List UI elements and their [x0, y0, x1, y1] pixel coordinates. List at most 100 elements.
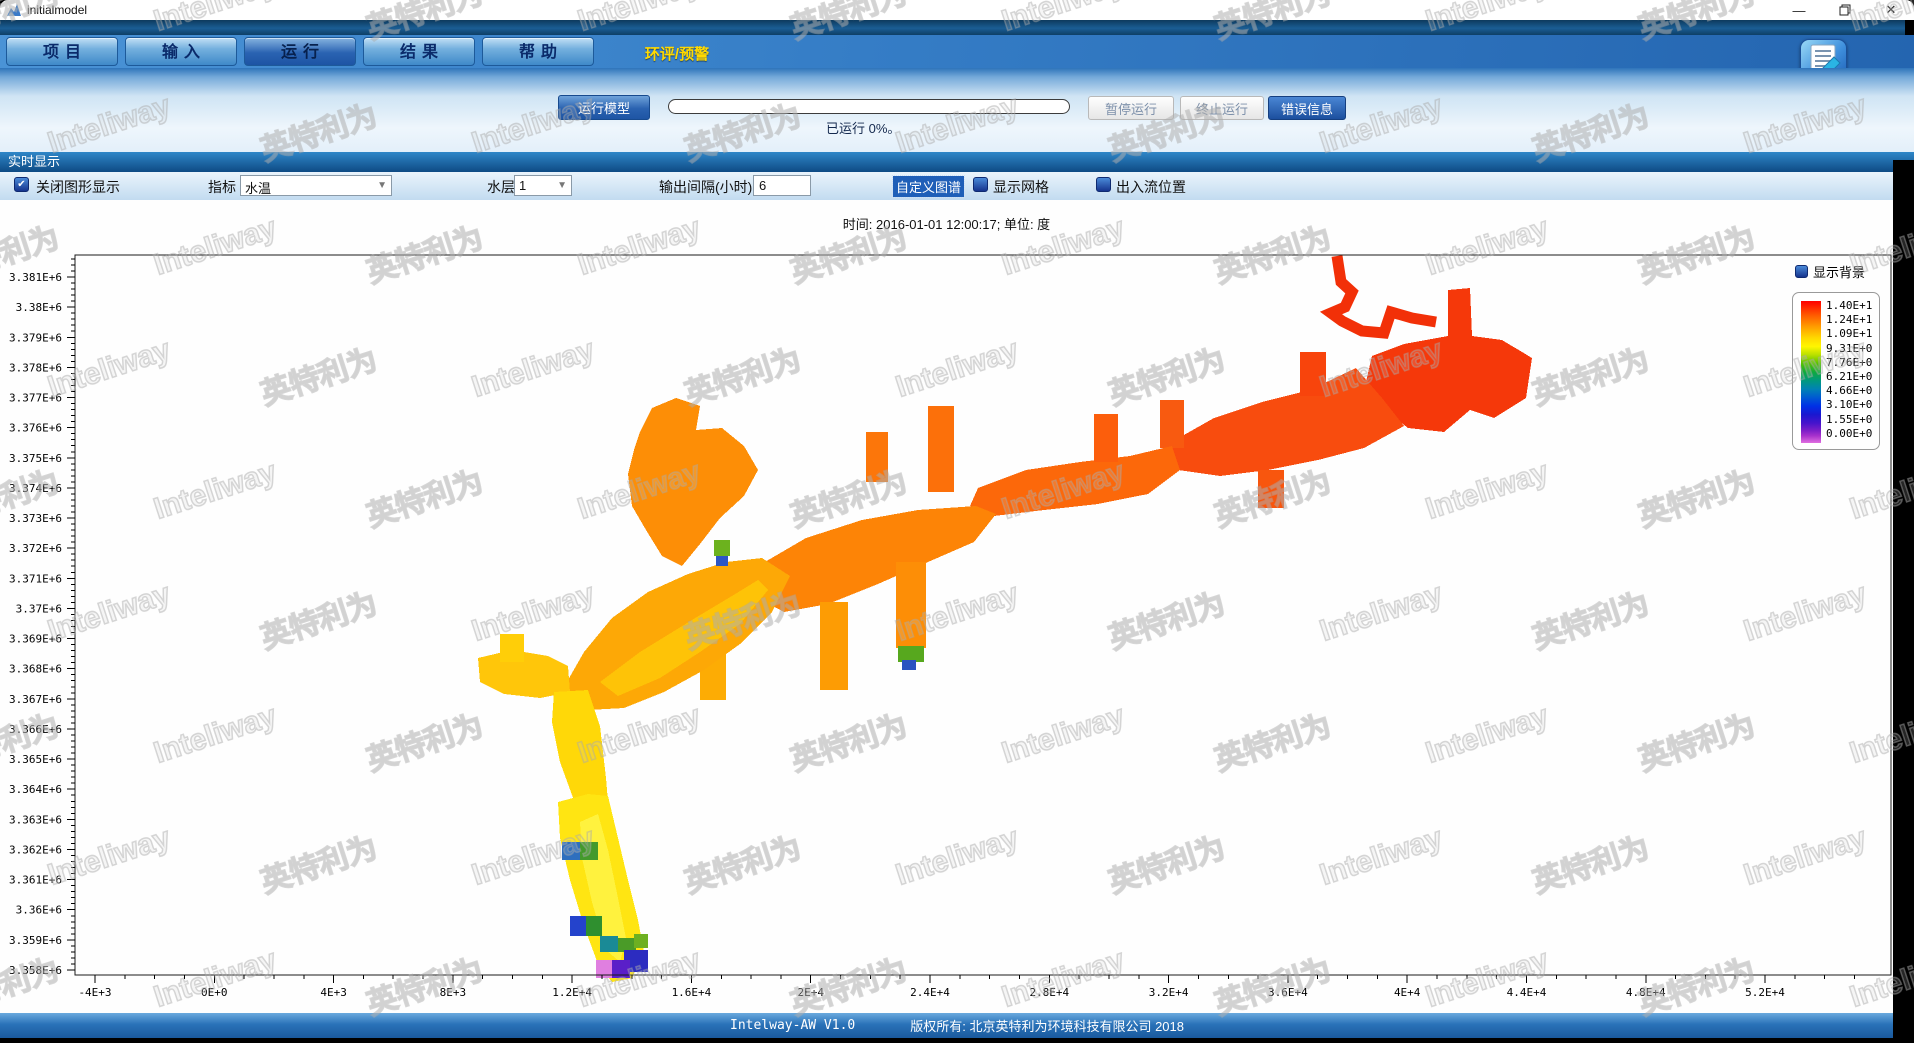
map-region — [896, 562, 926, 648]
axis-tick-label: 3.377E+6 — [9, 392, 62, 405]
axis-tick-label: 3.381E+6 — [9, 271, 62, 284]
axis-tick-label: 3.376E+6 — [9, 422, 62, 435]
show-background-checkbox[interactable] — [1795, 265, 1808, 278]
axis-tick-label: 3.362E+6 — [9, 843, 62, 856]
axis-tick-label: 4E+3 — [320, 986, 347, 999]
axis-tick-label: 2.4E+4 — [910, 986, 950, 999]
titlebar: initialmodel ― ✕ — [0, 0, 1914, 20]
map-region — [500, 634, 524, 662]
menu-tab-0[interactable]: 项目 — [6, 37, 118, 66]
map-speckle — [580, 842, 598, 860]
run-progress-bar — [668, 99, 1070, 114]
map-region — [1258, 470, 1284, 508]
axis-tick-label: 3.372E+6 — [9, 542, 62, 555]
axis-tick-label: 3.371E+6 — [9, 572, 62, 585]
axis-tick-label: 3.378E+6 — [9, 361, 62, 374]
app-icon — [6, 3, 22, 17]
map-speckle — [716, 556, 728, 566]
map-region — [1158, 368, 1404, 476]
status-bar: Intelway-AW V1.0 版权所有: 北京英特利为环境科技有限公司 20… — [0, 1013, 1914, 1038]
map-region — [1300, 352, 1326, 396]
axis-tick-label: 3.359E+6 — [9, 934, 62, 947]
axis-tick-label: 3.37E+6 — [16, 602, 62, 615]
minimize-button[interactable]: ― — [1776, 0, 1822, 20]
axis-tick-label: 4E+4 — [1394, 986, 1421, 999]
colorbar-legend: 1.40E+11.24E+11.09E+19.31E+07.76E+06.21E… — [1792, 292, 1880, 450]
colorbar-value: 3.10E+0 — [1826, 398, 1872, 412]
axis-tick-label: 3.379E+6 — [9, 331, 62, 344]
axis-tick-label: 3.36E+6 — [16, 904, 62, 917]
flow-positions-checkbox[interactable] — [1096, 177, 1111, 192]
menu-tab-4[interactable]: 帮助 — [482, 37, 594, 66]
axis-tick-label: 3.363E+6 — [9, 813, 62, 826]
temperature-map-chart: -4E+30E+04E+38E+31.2E+41.6E+42E+42.4E+42… — [0, 200, 1893, 1013]
axis-tick-label: 3.358E+6 — [9, 964, 62, 977]
menu-tab-1[interactable]: 输入 — [125, 37, 237, 66]
legend-background-toggle[interactable]: 显示背景 — [1795, 262, 1865, 281]
screen-edge-right — [1893, 160, 1914, 1043]
map-region — [970, 446, 1180, 516]
axis-tick-label: 3.375E+6 — [9, 452, 62, 465]
colorbar-value: 1.55E+0 — [1826, 413, 1872, 427]
axis-tick-label: 3.373E+6 — [9, 512, 62, 525]
realtime-controls-row: ✔ 关闭图形显示 指标 水温▼ 水层 1▼ 输出间隔(小时) 6 自定义图谱 显… — [0, 172, 1914, 200]
flow-positions-label: 出入流位置 — [1116, 177, 1186, 197]
chart-panel: 时间: 2016-01-01 12:00:17; 单位: 度 -4E+30E+0… — [0, 200, 1893, 1013]
map-speckle — [600, 936, 618, 952]
restore-button[interactable] — [1822, 0, 1868, 20]
colorbar-value: 1.40E+1 — [1826, 299, 1872, 313]
copyright-text: 版权所有: 北京英特利为环境科技有限公司 2018 — [910, 1016, 1184, 1035]
map-speckle — [570, 916, 586, 936]
app-version-text: Intelway-AW V1.0 — [730, 1018, 855, 1033]
axis-tick-label: 3.364E+6 — [9, 783, 62, 796]
colorbar-value: 1.09E+1 — [1826, 327, 1872, 341]
map-speckle — [902, 660, 916, 670]
close-graphics-checkbox[interactable]: ✔ — [14, 177, 29, 192]
pause-run-button[interactable]: 暂停运行 — [1088, 96, 1174, 120]
tab-env-warning[interactable]: 环评/预警 — [612, 43, 742, 64]
menu-tabs: 项目输入运行结果帮助 — [6, 37, 594, 66]
colorbar-value: 9.31E+0 — [1826, 342, 1872, 356]
stop-run-button[interactable]: 终止运行 — [1180, 96, 1264, 120]
map-speckle — [562, 842, 580, 860]
menu-tab-2[interactable]: 运行 — [244, 37, 356, 66]
screen-edge-bottom — [0, 1038, 1914, 1043]
close-graphics-label: 关闭图形显示 — [36, 177, 120, 197]
colorbar-value: 6.21E+0 — [1826, 370, 1872, 384]
axis-tick-label: 4.8E+4 — [1626, 986, 1666, 999]
axis-tick-label: 3.369E+6 — [9, 633, 62, 646]
custom-colormap-button[interactable]: 自定义图谱 — [893, 176, 964, 197]
error-info-button[interactable]: 错误信息 — [1268, 96, 1346, 120]
axis-tick-label: 2.8E+4 — [1029, 986, 1069, 999]
colorbar-gradient — [1801, 301, 1821, 443]
map-speckle — [634, 934, 648, 948]
indicator-select[interactable]: 水温▼ — [240, 175, 392, 196]
colorbar-value: 1.24E+1 — [1826, 313, 1872, 327]
chevron-down-icon: ▼ — [557, 180, 567, 191]
colorbar-value: 0.00E+0 — [1826, 427, 1872, 441]
axis-tick-label: 3.2E+4 — [1149, 986, 1189, 999]
layer-label: 水层 — [487, 177, 515, 197]
axis-tick-label: 1.6E+4 — [672, 986, 712, 999]
layer-select[interactable]: 1▼ — [514, 175, 572, 196]
axis-tick-label: 4.4E+4 — [1507, 986, 1547, 999]
axis-tick-label: -4E+3 — [78, 986, 111, 999]
window-title: initialmodel — [27, 3, 87, 17]
chevron-down-icon: ▼ — [377, 180, 387, 191]
ribbon-top-band — [0, 20, 1905, 35]
map-region — [758, 506, 996, 612]
axis-tick-label: 8E+3 — [440, 986, 467, 999]
map-speckle — [898, 646, 924, 662]
colorbar-value: 4.66E+0 — [1826, 384, 1872, 398]
map-region — [820, 602, 848, 690]
axis-tick-label: 3.374E+6 — [9, 482, 62, 495]
run-model-button[interactable]: 运行模型 — [558, 95, 650, 120]
show-grid-checkbox[interactable] — [973, 177, 988, 192]
axis-tick-label: 3.361E+6 — [9, 874, 62, 887]
map-speckle — [714, 540, 730, 556]
axis-tick-label: 3.365E+6 — [9, 753, 62, 766]
axis-tick-label: 5.2E+4 — [1745, 986, 1785, 999]
close-button[interactable]: ✕ — [1868, 0, 1914, 20]
menu-tab-3[interactable]: 结果 — [363, 37, 475, 66]
interval-input[interactable]: 6 — [753, 175, 811, 196]
